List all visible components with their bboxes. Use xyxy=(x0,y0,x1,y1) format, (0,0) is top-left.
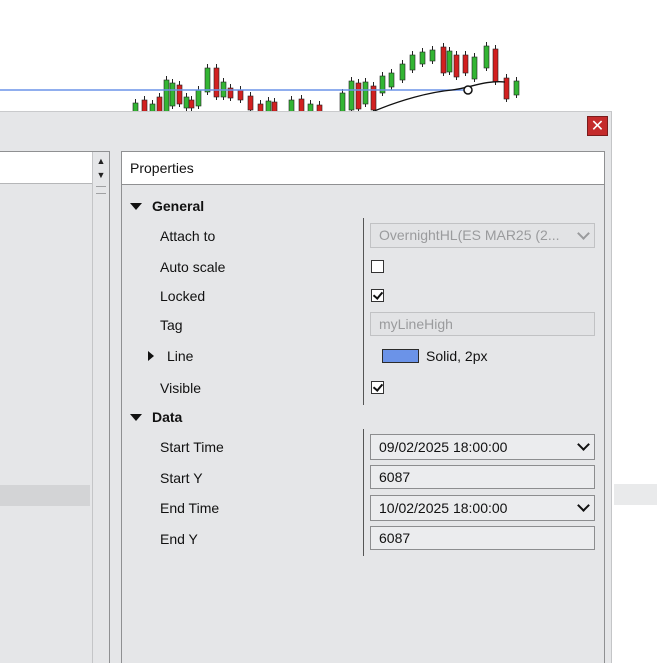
end-time-picker[interactable]: 10/02/2025 18:00:00 xyxy=(370,495,595,521)
candle-body xyxy=(483,45,490,69)
start-y-input[interactable]: 6087 xyxy=(370,465,595,489)
candle-body xyxy=(429,49,436,62)
candle-body xyxy=(188,99,195,109)
candle-body xyxy=(348,80,355,111)
candle-body xyxy=(440,46,447,74)
start-y-value: 6087 xyxy=(379,469,411,485)
close-button[interactable]: ✕ xyxy=(587,116,608,136)
end-y-label: End Y xyxy=(160,531,198,547)
candle-body xyxy=(247,95,254,111)
candle-body xyxy=(169,82,176,107)
visible-checkbox[interactable] xyxy=(371,381,384,394)
end-time-label: End Time xyxy=(160,500,220,516)
candle-body xyxy=(409,54,416,71)
candle-body xyxy=(213,67,220,98)
line-anchor-handle[interactable] xyxy=(463,85,473,95)
candle-body xyxy=(355,82,362,110)
locked-label: Locked xyxy=(160,288,206,304)
candlestick-chart xyxy=(0,42,520,112)
visible-label: Visible xyxy=(160,380,201,396)
list-search-input[interactable] xyxy=(0,152,92,184)
chart-background xyxy=(0,0,657,112)
start-time-picker[interactable]: 09/02/2025 18:00:00 xyxy=(370,434,595,460)
end-y-input[interactable]: 6087 xyxy=(370,526,595,550)
candle-body xyxy=(195,89,202,107)
properties-header: Properties xyxy=(122,152,604,185)
line-color-swatch[interactable] xyxy=(382,349,419,363)
column-divider xyxy=(363,429,364,556)
triangle-right-icon[interactable] xyxy=(148,351,154,361)
tag-input: myLineHigh xyxy=(370,312,595,336)
candle-body xyxy=(388,72,395,88)
start-y-label: Start Y xyxy=(160,470,203,486)
candle-body xyxy=(176,84,183,105)
chevron-down-icon[interactable] xyxy=(577,438,590,451)
chevron-down-icon[interactable] xyxy=(577,499,590,512)
candle-body xyxy=(513,80,520,96)
tag-label: Tag xyxy=(160,317,183,333)
attach-to-label: Attach to xyxy=(160,228,216,244)
candle-body xyxy=(339,92,346,112)
drawing-objects-list[interactable]: ▲ ▼ xyxy=(0,151,110,663)
locked-checkbox[interactable] xyxy=(371,289,384,302)
triangle-down-icon[interactable] xyxy=(130,414,142,421)
candle-body xyxy=(446,50,453,73)
list-item-selected[interactable] xyxy=(0,485,90,506)
candle-body xyxy=(462,54,469,74)
category-general[interactable]: General xyxy=(152,198,204,214)
category-data[interactable]: Data xyxy=(152,409,182,425)
line-label[interactable]: Line xyxy=(167,348,193,364)
arrow-down-icon[interactable]: ▼ xyxy=(93,168,109,182)
end-y-value: 6087 xyxy=(379,530,411,546)
column-divider xyxy=(363,218,364,405)
end-time-value: 10/02/2025 18:00:00 xyxy=(379,500,508,516)
candle-body xyxy=(362,81,369,105)
list-scrollbar[interactable]: ▲ ▼ xyxy=(92,152,109,663)
attach-to-value: OvernightHL(ES MAR25 (2... xyxy=(379,227,560,243)
chevron-down-icon xyxy=(577,227,590,240)
triangle-down-icon[interactable] xyxy=(130,203,142,210)
candle-body xyxy=(156,96,163,112)
candle-body xyxy=(503,77,510,100)
auto-scale-checkbox[interactable] xyxy=(371,260,384,273)
candle-body xyxy=(492,48,499,83)
candle-body xyxy=(163,79,170,112)
line-style-value[interactable]: Solid, 2px xyxy=(426,348,487,364)
tag-value: myLineHigh xyxy=(379,316,453,332)
scrollbar-thumb[interactable] xyxy=(96,186,106,194)
arrow-up-icon[interactable]: ▲ xyxy=(93,154,109,168)
background-row-highlight xyxy=(614,484,657,505)
attach-to-select: OvernightHL(ES MAR25 (2... xyxy=(370,223,595,248)
candle-body xyxy=(399,63,406,81)
properties-panel: Properties General Attach to OvernightHL… xyxy=(121,151,605,663)
start-time-value: 09/02/2025 18:00:00 xyxy=(379,439,508,455)
candle-body xyxy=(471,56,478,80)
candle-body xyxy=(453,54,460,78)
auto-scale-label: Auto scale xyxy=(160,259,226,275)
candle-body xyxy=(204,67,211,93)
start-time-label: Start Time xyxy=(160,439,224,455)
candle-body xyxy=(419,51,426,65)
candle-body xyxy=(183,96,190,109)
close-icon: ✕ xyxy=(590,116,605,135)
properties-title: Properties xyxy=(130,160,194,176)
candle-body xyxy=(237,89,244,101)
